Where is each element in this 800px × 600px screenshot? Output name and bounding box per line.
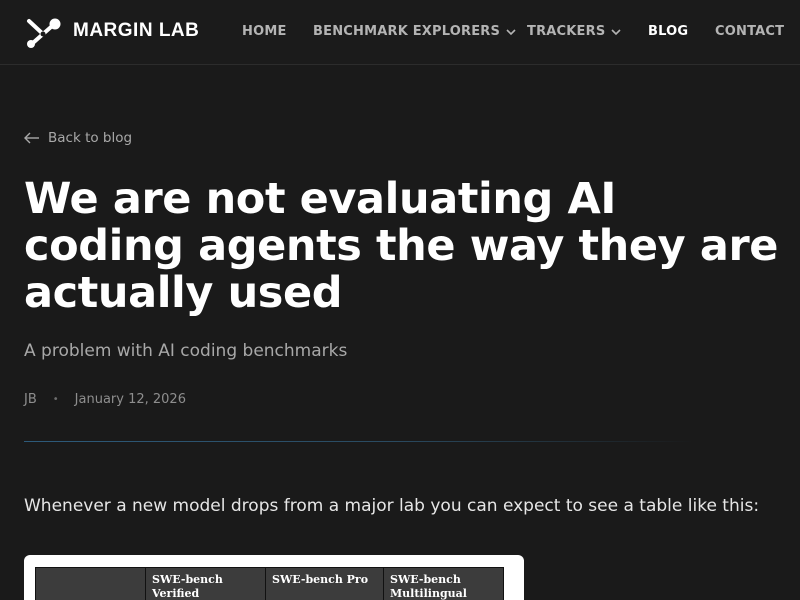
nav-contact-label: CONTACT [715,24,785,39]
arrow-left-icon [24,132,39,144]
nav-blog[interactable]: BLOG [648,24,688,39]
nav-blog-label: BLOG [648,24,689,39]
margin-lab-logo-icon[interactable] [24,16,62,49]
article-intro-paragraph: Whenever a new model drops from a major … [24,496,760,516]
meta-separator: • [52,394,59,405]
benchmark-table: SWE-bench Verified SWE-bench Pro SWE-ben… [35,567,504,600]
article-meta: JB • January 12, 2026 [24,392,186,407]
table-header-cell: SWE-bench Pro [265,567,384,600]
benchmark-table-figure: SWE-bench Verified SWE-bench Pro SWE-ben… [24,555,524,600]
nav-home-label: HOME [242,24,287,39]
nav-benchmark-explorers-label: BENCHMARK EXPLORERS [313,24,501,39]
table-header-cell [35,567,146,600]
article-author: JB [24,392,37,407]
table-header-row: SWE-bench Verified SWE-bench Pro SWE-ben… [35,567,504,600]
article-title: We are not evaluating AI coding agents t… [24,174,779,318]
chevron-down-icon [506,28,516,35]
back-to-blog-link[interactable]: Back to blog [24,130,132,146]
chevron-down-icon [611,28,621,35]
table-header-cell: SWE-bench Verified [145,567,266,600]
article-date: January 12, 2026 [74,392,186,407]
section-divider [24,441,694,442]
nav-home[interactable]: HOME [242,24,287,39]
nav-contact[interactable]: CONTACT [715,24,784,39]
article-subtitle: A problem with AI coding benchmarks [24,341,348,361]
nav-trackers[interactable]: TRACKERS [527,24,622,39]
nav-benchmark-explorers[interactable]: BENCHMARK EXPLORERS [313,24,517,39]
brand-name[interactable]: MARGIN LAB [73,20,199,42]
back-to-blog-label: Back to blog [48,130,133,146]
table-header-cell: SWE-bench Multilingual [383,567,504,600]
nav-trackers-label: TRACKERS [527,24,606,39]
site-header: MARGIN LAB HOME BENCHMARK EXPLORERS TRAC… [0,0,800,65]
